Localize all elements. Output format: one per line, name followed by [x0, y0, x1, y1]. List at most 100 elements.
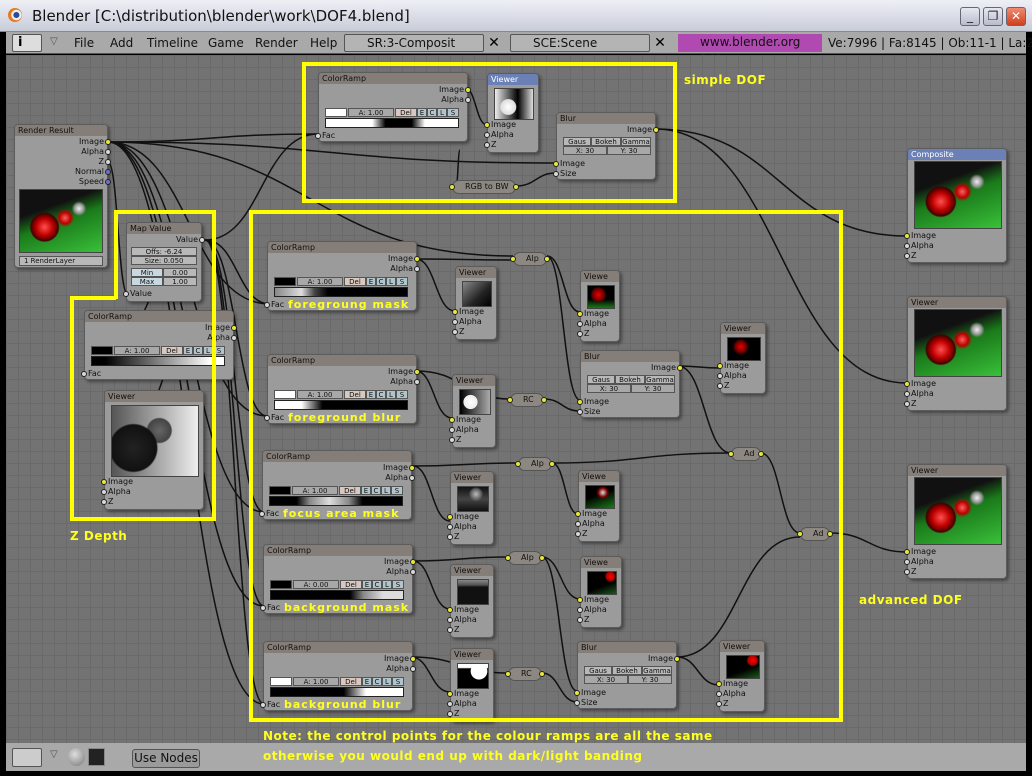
input-socket[interactable]: Image — [904, 231, 936, 241]
ramp-color-swatch[interactable] — [91, 346, 113, 355]
socket-dot[interactable] — [231, 334, 237, 341]
output-socket[interactable]: Z — [99, 157, 111, 167]
ramp-alpha-field[interactable]: A: 1.00 — [114, 346, 160, 355]
menu-game[interactable]: Game — [208, 36, 244, 50]
delete-screen-button[interactable]: ✕ — [484, 34, 504, 52]
socket-dot[interactable] — [105, 158, 111, 165]
socket-dot[interactable] — [81, 370, 87, 377]
menu-add[interactable]: Add — [110, 36, 133, 50]
output-socket[interactable]: Alpha — [207, 333, 237, 343]
input-socket[interactable]: Z — [904, 399, 916, 409]
menu-file[interactable]: File — [74, 36, 94, 50]
output-socket[interactable]: Image — [79, 137, 111, 147]
output-socket[interactable]: Image — [205, 323, 237, 333]
output-socket[interactable]: Alpha — [81, 147, 111, 157]
socket-dot[interactable] — [904, 558, 910, 565]
max-field[interactable]: 1.00 — [163, 277, 197, 286]
delete-scene-button[interactable]: ✕ — [650, 34, 670, 52]
render-result-node[interactable]: Render Result Image Alpha Z Normal Speed 1 Ren… — [14, 124, 111, 268]
socket-dot[interactable] — [199, 236, 205, 243]
blender-website-link[interactable]: www.blender.org 241 — [678, 34, 822, 66]
input-socket[interactable]: Alpha — [904, 389, 934, 399]
input-socket[interactable]: Z — [101, 497, 113, 507]
node-title: Map Value — [130, 224, 172, 233]
offset-field[interactable]: Offs: -6.24 — [131, 247, 197, 256]
viewer-node[interactable]: Viewer Image Alpha Z — [904, 464, 1007, 579]
socket-dot[interactable] — [105, 178, 111, 185]
node-header[interactable]: Render Result — [15, 125, 107, 136]
socket-dot[interactable] — [904, 400, 910, 407]
input-socket[interactable]: Value — [123, 289, 152, 299]
menu-render[interactable]: Render — [255, 36, 298, 50]
ramp-l-button[interactable]: L — [203, 346, 213, 355]
node-header[interactable]: Viewer — [908, 297, 1006, 308]
ramp-e-button[interactable]: E — [183, 346, 193, 355]
use-nodes-button[interactable]: Use Nodes — [132, 749, 200, 768]
socket-dot[interactable] — [105, 138, 111, 145]
socket-dot[interactable] — [904, 232, 910, 239]
scene-selector[interactable]: SCE:Scene — [510, 34, 650, 52]
node-header[interactable]: Map Value — [127, 223, 201, 234]
socket-label: Image — [911, 231, 937, 240]
input-socket[interactable]: Image — [904, 547, 936, 557]
input-socket[interactable]: Fac — [81, 369, 101, 379]
editor-type-icon[interactable] — [12, 748, 42, 767]
socket-dot[interactable] — [123, 290, 129, 297]
socket-dot[interactable] — [904, 252, 910, 259]
size-field[interactable]: Size: 0.050 — [131, 256, 197, 265]
output-socket[interactable]: Normal — [75, 167, 111, 177]
node-header[interactable]: Composite — [908, 149, 1006, 160]
output-socket[interactable]: Speed — [79, 177, 111, 187]
viewer-node[interactable]: Viewer Image Alpha Z — [101, 390, 204, 510]
close-button[interactable]: ✕ — [1006, 7, 1026, 26]
scene-stats: Ve:7996 | Fa:8145 | Ob:11-1 | La:2 — [828, 36, 1032, 50]
menu-help[interactable]: Help — [310, 36, 337, 50]
node-header[interactable]: Viewer — [105, 391, 203, 402]
socket-dot[interactable] — [101, 488, 107, 495]
socket-dot[interactable] — [231, 324, 237, 331]
color-ramp-node[interactable]: ColorRamp Image Alpha A: 1.00 Del E C L S Fac — [81, 310, 237, 380]
composite-node[interactable]: Composite Image Alpha Z — [904, 148, 1007, 263]
socket-dot[interactable] — [101, 478, 107, 485]
ramp-del-button[interactable]: Del — [161, 346, 183, 355]
render-layer-select[interactable]: 1 RenderLayer — [19, 256, 103, 266]
node-header[interactable]: ColorRamp — [85, 311, 233, 322]
input-socket[interactable]: Alpha — [904, 557, 934, 567]
socket-dot[interactable] — [904, 390, 910, 397]
composite-nodes-icon[interactable] — [88, 748, 105, 766]
color-ramp-gradient[interactable] — [91, 356, 225, 366]
socket-dot[interactable] — [904, 242, 910, 249]
max-toggle[interactable]: Max — [131, 277, 163, 286]
min-toggle[interactable]: Min — [131, 268, 163, 277]
socket-dot[interactable] — [105, 148, 111, 155]
socket-dot[interactable] — [904, 380, 910, 387]
node-header[interactable]: Viewer — [908, 465, 1006, 476]
input-socket[interactable]: Image — [904, 379, 936, 389]
input-socket[interactable]: Z — [904, 567, 916, 577]
info-window-type-icon[interactable]: i — [12, 34, 42, 52]
material-nodes-icon[interactable] — [68, 748, 85, 766]
screen-selector[interactable]: SR:3-Composit — [344, 34, 484, 52]
socket-dot[interactable] — [105, 168, 111, 175]
output-socket[interactable]: Value — [176, 235, 205, 245]
minimize-button[interactable]: _ — [960, 7, 980, 26]
menu-timeline[interactable]: Timeline — [147, 36, 198, 50]
viewer-node[interactable]: Viewer Image Alpha Z — [904, 296, 1007, 411]
collapse-menu-triangle-icon[interactable]: ▽ — [50, 36, 58, 47]
min-field[interactable]: 0.00 — [163, 268, 197, 277]
maximize-button[interactable]: ❐ — [983, 7, 1003, 26]
socket-dot[interactable] — [904, 548, 910, 555]
input-socket[interactable]: Alpha — [904, 241, 934, 251]
collapse-header-triangle-icon[interactable]: ▽ — [50, 749, 58, 760]
node-title: Viewer — [911, 466, 939, 475]
input-socket[interactable]: Alpha — [101, 487, 131, 497]
socket-label: Speed — [78, 177, 104, 186]
map-value-node[interactable]: Map Value Value Offs: -6.24 Size: 0.050 Min 0… — [123, 222, 205, 302]
ramp-c-button[interactable]: C — [193, 346, 203, 355]
ramp-s-button[interactable]: S — [213, 346, 225, 355]
socket-dot[interactable] — [101, 498, 107, 505]
input-socket[interactable]: Z — [904, 251, 916, 261]
socket-dot[interactable] — [904, 568, 910, 575]
node-editor-canvas[interactable]: Render Result Image Alpha Z Normal Speed 1 Ren… — [6, 55, 1026, 743]
input-socket[interactable]: Image — [101, 477, 133, 487]
